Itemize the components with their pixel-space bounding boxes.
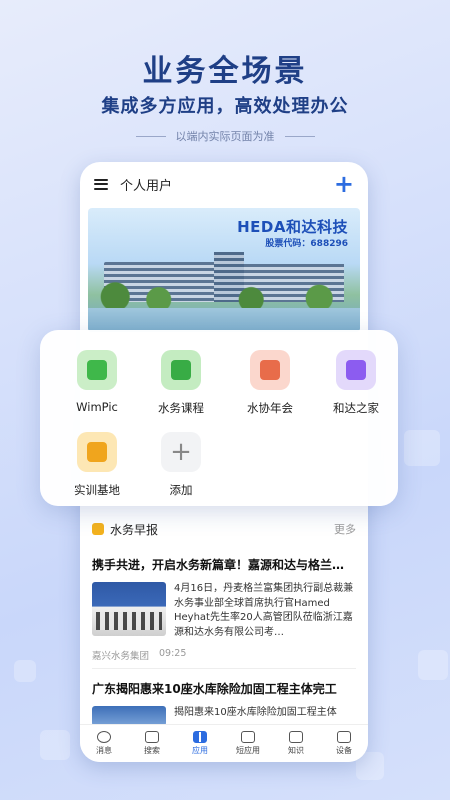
app-label: WimPic bbox=[76, 400, 118, 414]
company-banner[interactable]: HEDA和达科技 股票代码：688296 bbox=[88, 208, 360, 332]
tab-knowledge[interactable]: 知识 bbox=[272, 725, 320, 762]
article-divider bbox=[92, 668, 356, 669]
promo-headline: 业务全场景 bbox=[142, 54, 308, 89]
background-square bbox=[404, 430, 440, 466]
apps-grid-icon bbox=[193, 731, 207, 743]
course-icon bbox=[161, 350, 201, 390]
notebook-pen-icon bbox=[77, 350, 117, 390]
article-thumbnail bbox=[92, 706, 166, 726]
news-more-link[interactable]: 更多 bbox=[334, 521, 356, 537]
news-article[interactable]: 携手共进，开启水务新篇章！嘉源和达与格兰… 4月16日，丹麦格兰富集团执行副总裁… bbox=[92, 556, 356, 662]
news-article[interactable]: 广东揭阳惠来10座水库除险加固工程主体完工 揭阳惠来10座水库除险加固工程主体 bbox=[92, 680, 356, 726]
plus-icon[interactable]: + bbox=[334, 172, 354, 196]
background-square bbox=[14, 660, 36, 682]
app-annual-meeting[interactable]: 水协年会 bbox=[230, 350, 310, 416]
bottom-tab-bar: 消息 搜索 应用 短应用 知识 设备 bbox=[80, 724, 368, 762]
app-label: 水务课程 bbox=[158, 401, 204, 415]
meeting-icon bbox=[250, 350, 290, 390]
device-icon bbox=[337, 731, 351, 743]
news-icon bbox=[92, 523, 104, 535]
article-excerpt: 4月16日，丹麦格兰富集团执行副总裁兼水务事业部全球首席执行官Hamed Hey… bbox=[174, 583, 354, 638]
menu-icon[interactable] bbox=[94, 178, 108, 190]
user-type-label[interactable]: 个人用户 bbox=[120, 175, 334, 194]
divider-line bbox=[135, 135, 166, 137]
message-icon bbox=[97, 731, 111, 743]
article-title[interactable]: 携手共进，开启水务新篇章！嘉源和达与格兰… bbox=[92, 556, 356, 573]
stock-code: 股票代码：688296 bbox=[265, 239, 348, 249]
news-section-title: 水务早报 bbox=[110, 522, 159, 537]
app-label: 水协年会 bbox=[247, 401, 293, 415]
tab-devices[interactable]: 设备 bbox=[320, 725, 368, 762]
app-label: 和达之家 bbox=[333, 401, 379, 415]
app-grid-card: WimPic 水务课程 水协年会 和达之家 实训基地 + 添加 bbox=[40, 330, 398, 506]
trees-illustration bbox=[88, 280, 360, 308]
app-wimpic[interactable]: WimPic bbox=[57, 350, 137, 414]
home-smile-icon bbox=[336, 350, 376, 390]
tab-search[interactable]: 搜索 bbox=[128, 725, 176, 762]
promo-note-row: 以端内实际页面为准 bbox=[0, 128, 450, 144]
brand-logo: HEDA和达科技 bbox=[237, 218, 348, 236]
building-icon bbox=[77, 432, 117, 472]
divider-line bbox=[284, 135, 315, 137]
app-label: 实训基地 bbox=[74, 483, 120, 497]
article-title[interactable]: 广东揭阳惠来10座水库除险加固工程主体完工 bbox=[92, 680, 356, 697]
lake-illustration bbox=[88, 308, 360, 332]
article-thumbnail bbox=[92, 582, 166, 636]
background-square bbox=[418, 650, 448, 680]
article-source: 嘉兴水务集团 bbox=[92, 651, 150, 662]
promo-note: 以端内实际页面为准 bbox=[175, 130, 275, 143]
top-bar: 个人用户 + bbox=[80, 162, 368, 206]
tab-messages[interactable]: 消息 bbox=[80, 725, 128, 762]
app-add[interactable]: + 添加 bbox=[141, 432, 221, 498]
tab-apps[interactable]: 应用 bbox=[176, 725, 224, 762]
search-icon bbox=[145, 731, 159, 743]
news-header: 水务早报 更多 bbox=[80, 514, 368, 544]
layers-icon bbox=[241, 731, 255, 743]
add-icon: + bbox=[161, 432, 201, 472]
app-heda-home[interactable]: 和达之家 bbox=[316, 350, 396, 416]
background-square bbox=[40, 730, 70, 760]
app-water-course[interactable]: 水务课程 bbox=[141, 350, 221, 416]
book-icon bbox=[289, 731, 303, 743]
article-excerpt: 揭阳惠来10座水库除险加固工程主体 bbox=[174, 707, 337, 718]
promo-subheadline: 集成多方应用，高效处理办公 bbox=[101, 96, 349, 117]
tab-mini-apps[interactable]: 短应用 bbox=[224, 725, 272, 762]
app-training-base[interactable]: 实训基地 bbox=[57, 432, 137, 498]
app-label: 添加 bbox=[169, 483, 193, 497]
article-time: 09:25 bbox=[159, 648, 187, 659]
